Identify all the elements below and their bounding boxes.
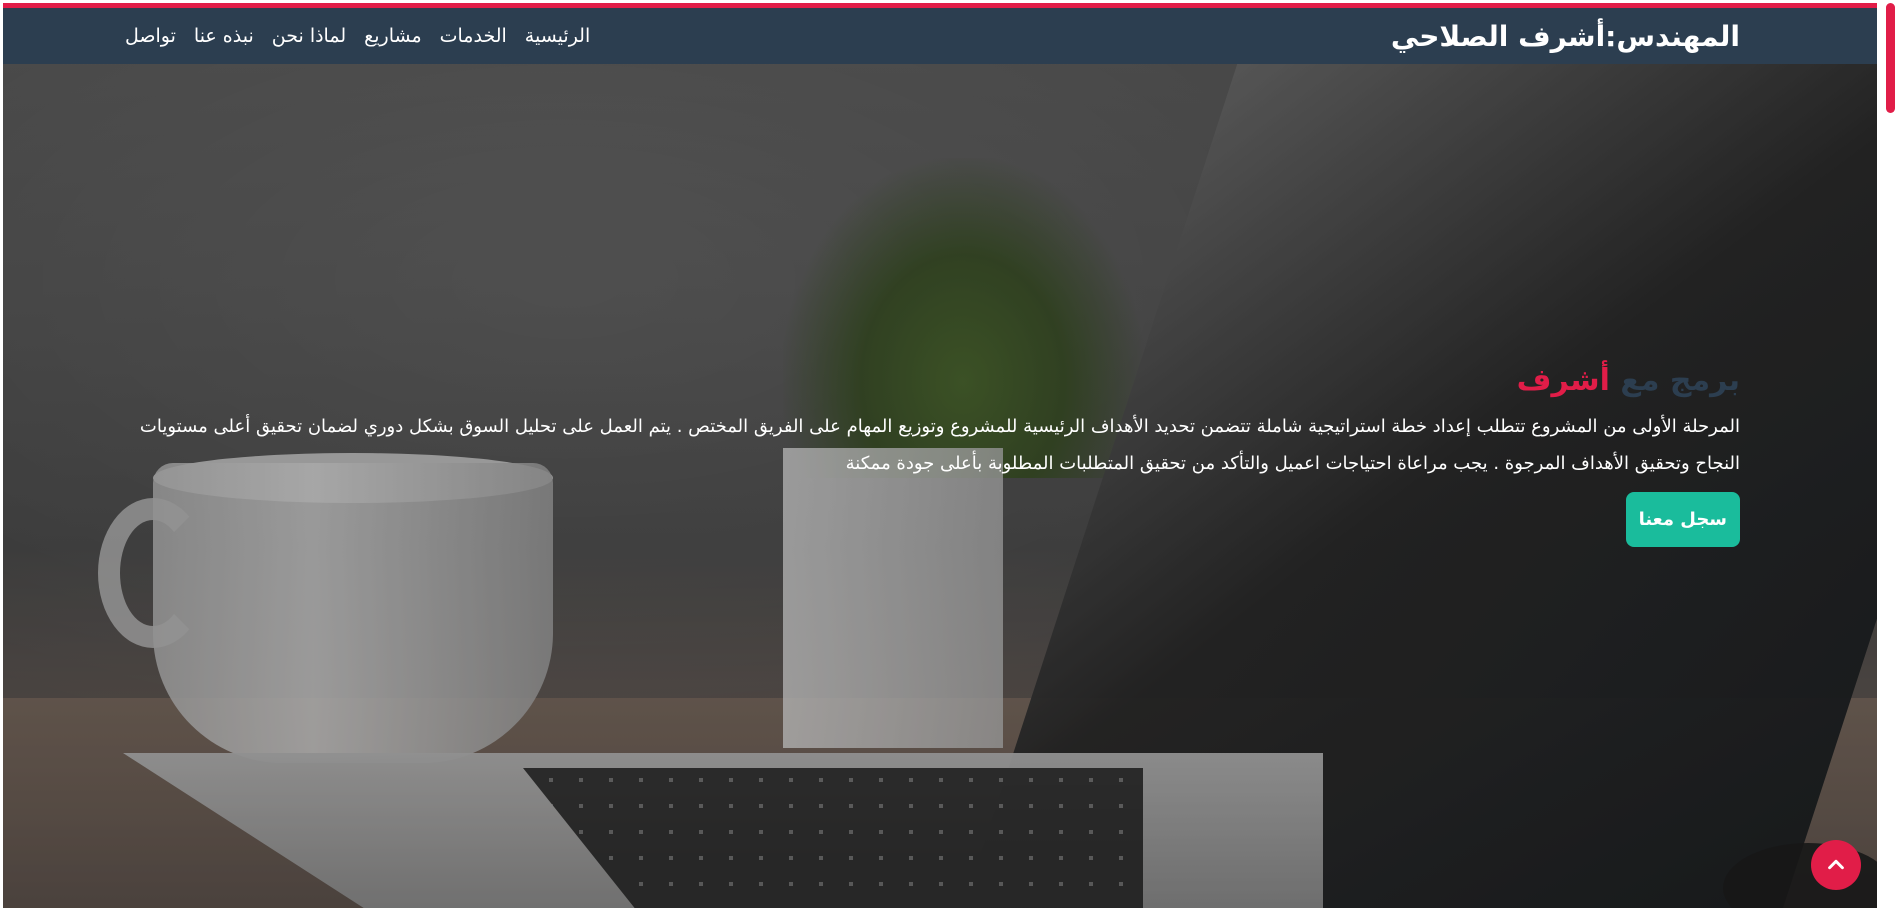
scrollbar-thumb[interactable] [1886,3,1895,113]
navbar: المهندس:أشرف الصلاحي الرئيسية الخدمات مش… [3,8,1877,64]
hero-content: برمج مع أشرف المرحلة الأولى من المشروع ت… [122,363,1740,547]
page-frame: المهندس:أشرف الصلاحي الرئيسية الخدمات مش… [3,3,1877,908]
chevron-up-icon [1828,859,1844,870]
nav-link-home[interactable]: الرئيسية [525,25,590,47]
hero-title: برمج مع أشرف [122,363,1740,398]
brand-logo[interactable]: المهندس:أشرف الصلاحي [1391,20,1740,53]
scroll-to-top-button[interactable] [1811,840,1861,890]
nav-link-contact[interactable]: تواصل [125,25,176,47]
hero-title-prefix: برمج مع [1609,363,1740,398]
nav-link-about[interactable]: نبذه عنا [194,25,254,47]
hero-paragraph: المرحلة الأولى من المشروع تتطلب إعداد خط… [139,416,1740,474]
nav-link-services[interactable]: الخدمات [440,25,507,47]
nav-link-projects[interactable]: مشاريع [364,25,422,47]
register-button[interactable]: سجل معنا [1625,492,1740,547]
hero-title-highlight: أشرف [1516,363,1610,398]
page-scrollbar[interactable] [1877,3,1897,908]
nav-link-why-us[interactable]: لماذا نحن [272,25,346,47]
nav-links: الرئيسية الخدمات مشاريع لماذا نحن نبذه ع… [125,25,590,47]
